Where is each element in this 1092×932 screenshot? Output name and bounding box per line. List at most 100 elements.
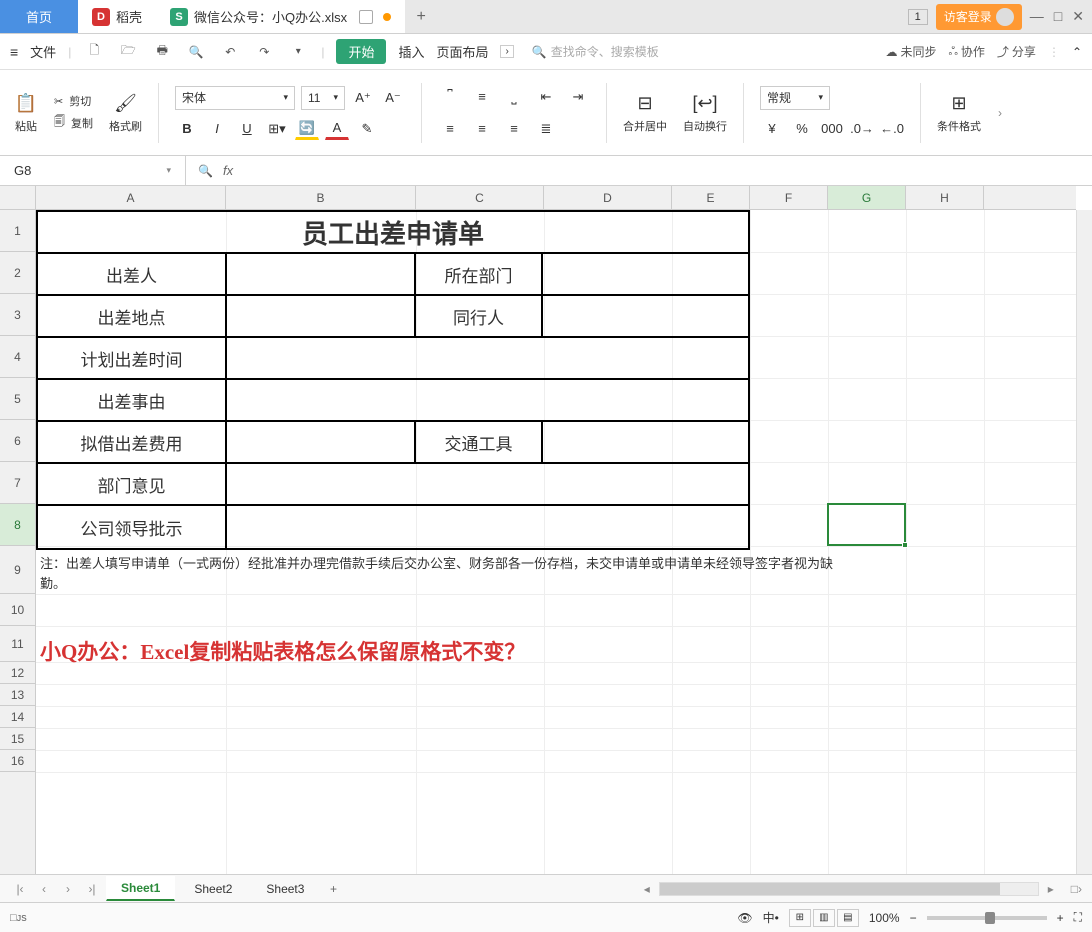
minimize-button[interactable]: — (1030, 8, 1044, 25)
cell-reason-value[interactable] (227, 380, 748, 420)
merge-center-button[interactable]: ⊟ 合并居中 (623, 92, 667, 134)
tab-add-button[interactable]: + (405, 0, 437, 33)
sheet-tab-3[interactable]: Sheet3 (251, 877, 319, 901)
menu-file[interactable]: 文件 (30, 42, 56, 61)
fill-color-button[interactable]: 🔄 (295, 118, 319, 140)
cell-transport-value[interactable] (543, 422, 748, 462)
cut-button[interactable]: ✂剪切 (54, 93, 91, 109)
namebox-search-icon[interactable]: 🔍 (198, 164, 213, 178)
zoom-level[interactable]: 100% (869, 911, 900, 925)
number-format-select[interactable]: 常规▾ (760, 86, 830, 110)
tab-nav-last[interactable]: ›| (82, 882, 102, 896)
cell-cost-value[interactable] (227, 422, 416, 462)
share-button[interactable]: ⤴ 分享 (997, 43, 1036, 60)
row-header-1[interactable]: 1 (0, 210, 35, 252)
col-header-G[interactable]: G (828, 186, 906, 209)
sheet-tab-1[interactable]: Sheet1 (106, 876, 175, 901)
vertical-scrollbar[interactable] (1076, 210, 1092, 874)
col-header-C[interactable]: C (416, 186, 544, 209)
dropdown-arrow[interactable]: ▾ (287, 41, 309, 63)
align-justify-button[interactable]: ≣ (534, 118, 558, 140)
borders-button[interactable]: ⊞▾ (265, 118, 289, 140)
zoom-out-button[interactable]: − (910, 911, 917, 925)
row-header-10[interactable]: 10 (0, 594, 35, 626)
font-select[interactable]: 宋体▾ (175, 86, 295, 110)
more-menus-button[interactable]: › (500, 45, 513, 58)
tab-home[interactable]: 首页 (0, 0, 78, 33)
zoom-in-button[interactable]: + (1057, 911, 1064, 925)
bold-button[interactable]: B (175, 118, 199, 140)
row-header-5[interactable]: 5 (0, 378, 35, 420)
currency-button[interactable]: ¥ (760, 118, 784, 140)
js-indicator[interactable]: □ᴊs (10, 912, 27, 924)
view-break-button[interactable]: ▤ (837, 909, 859, 927)
align-middle-button[interactable]: ≡ (470, 86, 494, 108)
collapse-ribbon-button[interactable]: ⌃ (1072, 45, 1082, 59)
fx-icon[interactable]: fx (223, 163, 233, 178)
paste-button[interactable]: 📋 粘贴 (14, 92, 38, 134)
window-count-badge[interactable]: 1 (908, 9, 928, 25)
copy-button[interactable]: 🗐复制 (54, 113, 93, 132)
cell-approval-value[interactable] (227, 506, 748, 548)
percent-button[interactable]: % (790, 118, 814, 140)
underline-button[interactable]: U (235, 118, 259, 140)
burger-icon[interactable]: ≡ (10, 44, 18, 60)
fullscreen-button[interactable]: ⛶ (1074, 910, 1082, 925)
cell-plan-time-value[interactable] (227, 338, 748, 378)
font-size-select[interactable]: 11▾ (301, 86, 345, 110)
name-box[interactable]: G8 ▾ (0, 156, 186, 185)
row-header-8[interactable]: 8 (0, 504, 35, 546)
collab-button[interactable]: ஃ 协作 (948, 43, 984, 60)
increase-decimal-button[interactable]: .0→ (850, 118, 874, 140)
sync-status[interactable]: ☁ 未同步 (885, 43, 936, 60)
row-header-9[interactable]: 9 (0, 546, 35, 594)
horizontal-scrollbar[interactable] (659, 882, 1039, 896)
align-center-button[interactable]: ≡ (470, 118, 494, 140)
align-bottom-button[interactable]: ⎵ (502, 86, 526, 108)
row-header-3[interactable]: 3 (0, 294, 35, 336)
row-header-16[interactable]: 16 (0, 750, 35, 772)
wrap-text-button[interactable]: [↩] 自动换行 (683, 92, 727, 134)
view-layout-button[interactable]: ▥ (813, 909, 835, 927)
cell-dept-opinion-value[interactable] (227, 464, 748, 504)
row-header-11[interactable]: 11 (0, 626, 35, 662)
ribbon-scroll-right[interactable]: › (993, 106, 1007, 120)
col-header-B[interactable]: B (226, 186, 416, 209)
col-header-A[interactable]: A (36, 186, 226, 209)
comma-button[interactable]: 000 (820, 118, 844, 140)
side-panel-toggle[interactable]: □› (1071, 882, 1082, 896)
row-header-2[interactable]: 2 (0, 252, 35, 294)
print-button[interactable]: 🖶 (151, 41, 173, 63)
align-right-button[interactable]: ≡ (502, 118, 526, 140)
align-left-button[interactable]: ≡ (438, 118, 462, 140)
row-header-7[interactable]: 7 (0, 462, 35, 504)
cell-location-value[interactable] (227, 296, 416, 336)
cell-person-value[interactable] (227, 254, 416, 294)
select-all-corner[interactable] (0, 186, 36, 210)
tab-document[interactable]: S 微信公众号：小Q办公.xlsx (156, 0, 405, 33)
col-header-D[interactable]: D (544, 186, 672, 209)
tab-docer[interactable]: D 稻壳 (78, 0, 156, 33)
row-header-6[interactable]: 6 (0, 420, 35, 462)
conditional-format-button[interactable]: ⊞ 条件格式 (937, 92, 981, 134)
zhong-icon[interactable]: 中• (763, 909, 779, 926)
col-header-H[interactable]: H (906, 186, 984, 209)
guest-login-button[interactable]: 访客登录 (936, 4, 1022, 30)
highlight-button[interactable]: ✎ (355, 118, 379, 140)
formula-input[interactable] (243, 163, 1080, 178)
view-normal-button[interactable]: ⊞ (789, 909, 811, 927)
indent-left-button[interactable]: ⇤ (534, 86, 558, 108)
row-header-15[interactable]: 15 (0, 728, 35, 750)
col-header-F[interactable]: F (750, 186, 828, 209)
increase-font-button[interactable]: A⁺ (351, 87, 375, 109)
menu-layout[interactable]: 页面布局 (436, 42, 488, 61)
tab-nav-first[interactable]: |‹ (10, 882, 30, 896)
italic-button[interactable]: I (205, 118, 229, 140)
eye-icon[interactable]: 👁 (737, 911, 752, 925)
align-top-button[interactable]: ⎴ (438, 86, 462, 108)
new-doc-button[interactable]: 🗋 (83, 41, 105, 63)
cell-grid[interactable]: 员工出差申请单 出差人 所在部门 出差地点 同行人 计划出差时间 出差事由 (36, 210, 1076, 874)
open-button[interactable]: 🗁 (117, 41, 139, 63)
row-header-14[interactable]: 14 (0, 706, 35, 728)
format-painter-button[interactable]: 🖌 格式刷 (109, 92, 142, 134)
